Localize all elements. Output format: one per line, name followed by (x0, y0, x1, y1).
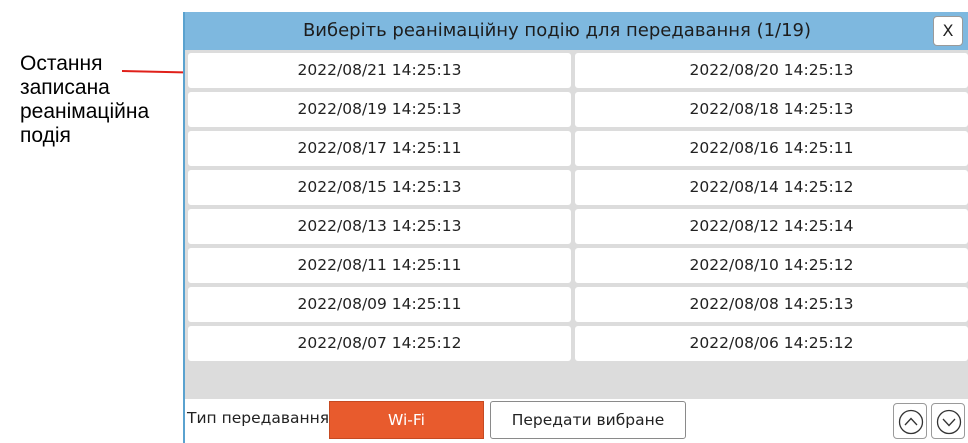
dialog-title: Виберіть реанімаційну подію для передава… (302, 20, 812, 41)
event-item[interactable]: 2022/08/18 14:25:13 (575, 92, 968, 127)
event-item[interactable]: 2022/08/06 14:25:12 (575, 326, 968, 361)
event-item[interactable]: 2022/08/19 14:25:13 (188, 92, 571, 127)
transfer-toolbar: Тип передавання Wi-Fi Передати вибране (185, 399, 968, 443)
event-item[interactable]: 2022/08/20 14:25:13 (575, 53, 968, 88)
event-item[interactable]: 2022/08/12 14:25:14 (575, 209, 968, 244)
event-item[interactable]: 2022/08/14 14:25:12 (575, 170, 968, 205)
event-item[interactable]: 2022/08/11 14:25:11 (188, 248, 571, 283)
chevron-up-circle-icon (898, 409, 924, 435)
chevron-down-circle-icon (936, 409, 962, 435)
annotation-line-2: записана (20, 76, 110, 99)
event-select-dialog: Виберіть реанімаційну подію для передава… (183, 12, 968, 443)
annotation-line-3: реанімаційна (20, 100, 150, 123)
send-selected-button[interactable]: Передати вибране (490, 401, 686, 439)
event-item[interactable]: 2022/08/09 14:25:11 (188, 287, 571, 322)
event-item[interactable]: 2022/08/13 14:25:13 (188, 209, 571, 244)
event-item[interactable]: 2022/08/16 14:25:11 (575, 131, 968, 166)
event-item[interactable]: 2022/08/07 14:25:12 (188, 326, 571, 361)
annotation-text: Остання записана реанімаційна подія (20, 52, 190, 148)
event-item[interactable]: 2022/08/15 14:25:13 (188, 170, 571, 205)
dialog-titlebar: Виберіть реанімаційну подію для передава… (185, 12, 968, 50)
annotation-line-4: подія (20, 124, 71, 147)
event-item[interactable]: 2022/08/08 14:25:13 (575, 287, 968, 322)
wifi-button[interactable]: Wi-Fi (329, 401, 484, 439)
event-item[interactable]: 2022/08/17 14:25:11 (188, 131, 571, 166)
event-list: 2022/08/21 14:25:13 2022/08/20 14:25:13 … (188, 53, 968, 361)
page-down-button[interactable] (931, 403, 965, 439)
close-button[interactable]: X (933, 16, 963, 46)
transfer-type-label: Тип передавання (187, 409, 330, 427)
event-item[interactable]: 2022/08/10 14:25:12 (575, 248, 968, 283)
page-up-button[interactable] (893, 403, 927, 439)
event-item[interactable]: 2022/08/21 14:25:13 (188, 53, 571, 88)
